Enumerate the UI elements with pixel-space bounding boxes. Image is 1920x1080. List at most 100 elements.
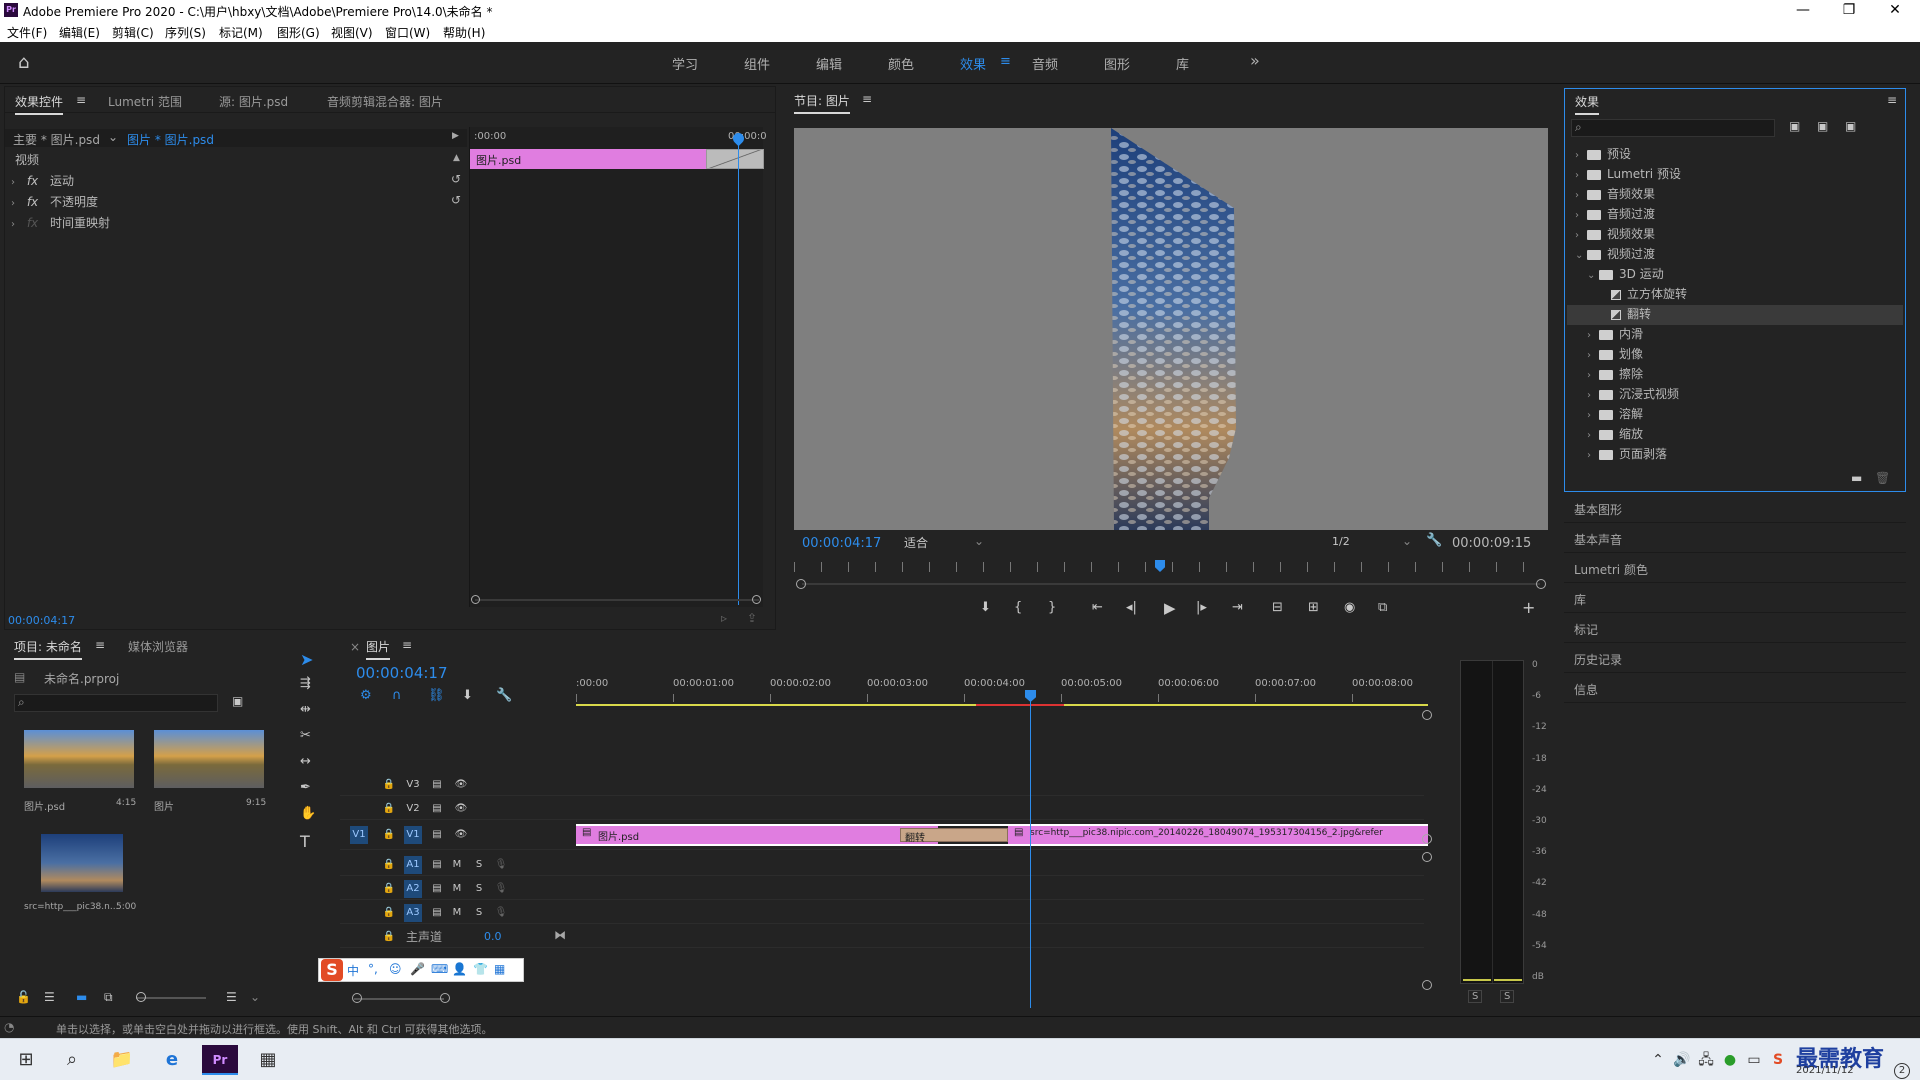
project-item[interactable]: 图片.psd 4:15 <box>16 726 142 816</box>
track-label-v3[interactable]: V3 <box>404 776 422 794</box>
fx-icon[interactable]: fx <box>27 195 38 209</box>
effects-tree-item[interactable]: › 沉浸式视频 <box>1567 385 1903 405</box>
razor-tool-icon[interactable]: ✂ <box>300 728 311 743</box>
effects-tree-item[interactable]: › 预设 <box>1567 145 1903 165</box>
project-menu-icon[interactable]: ≡ <box>95 638 105 652</box>
minimize-button[interactable]: — <box>1780 0 1826 22</box>
workspace-effects[interactable]: 效果 <box>960 54 986 73</box>
sync-lock-icon[interactable]: ▤ <box>428 856 446 874</box>
sync-lock-icon[interactable]: ▤ <box>428 800 446 818</box>
effects-tree-item[interactable]: › 音频过渡 <box>1567 205 1903 225</box>
menu-marker[interactable]: 标记(M) <box>219 24 263 41</box>
selection-tool-icon[interactable]: ➤ <box>300 650 313 669</box>
mark-out-icon[interactable]: } <box>1048 600 1056 615</box>
effects-tree-item[interactable]: 翻转 <box>1567 305 1903 325</box>
program-monitor-title[interactable]: 节目: 图片 <box>794 92 850 114</box>
timeline-timecode[interactable]: 00:00:04:17 <box>356 664 448 682</box>
fx-icon[interactable]: fx <box>27 174 38 188</box>
effects-tree-item[interactable]: › 视频效果 <box>1567 225 1903 245</box>
ec-scrollbar[interactable] <box>475 599 759 601</box>
timeline-close-button[interactable]: × <box>350 640 360 654</box>
workspace-learn[interactable]: 学习 <box>672 54 698 73</box>
nest-icon[interactable]: ⚙ <box>360 688 372 703</box>
menu-edit[interactable]: 编辑(E) <box>59 24 100 41</box>
yuv-effects-icon[interactable]: ▣ <box>1845 119 1856 133</box>
close-button[interactable]: ✕ <box>1872 0 1918 22</box>
microphone-icon[interactable]: 🎙 <box>492 904 510 922</box>
ime-button[interactable]: 👤 <box>452 962 467 976</box>
lock-icon[interactable]: 🔒 <box>380 776 398 794</box>
tab-menu-icon[interactable]: ≡ <box>76 93 86 107</box>
chevron-right-icon[interactable]: › <box>11 177 23 188</box>
add-marker-icon[interactable]: ⬇ <box>462 688 473 703</box>
eye-icon[interactable]: 👁 <box>452 800 470 818</box>
tab-media-browser[interactable]: 媒体浏览器 <box>128 638 188 655</box>
sort-icon[interactable]: ☰ <box>226 990 237 1004</box>
mark-in-icon[interactable]: { <box>1014 600 1022 615</box>
menu-window[interactable]: 窗口(W) <box>385 24 430 41</box>
chevron-right-icon[interactable]: › <box>1587 430 1599 441</box>
microphone-icon[interactable]: 🎙 <box>492 856 510 874</box>
a-scroll-handle-bottom[interactable] <box>1422 980 1432 990</box>
collapsed-panel[interactable]: Lumetri 颜色 <box>1564 554 1906 583</box>
monitor-scrollbar[interactable] <box>802 583 1540 585</box>
chevron-right-icon[interactable]: › <box>1575 210 1587 221</box>
work-area-bar-2[interactable] <box>1064 704 1428 706</box>
sequence-clip-label[interactable]: 图片 * 图片.psd <box>127 131 214 148</box>
lock-icon[interactable]: 🔒 <box>380 826 398 844</box>
timeline-h-scrollbar[interactable] <box>354 998 444 1000</box>
monitor-timecode[interactable]: 00:00:04:17 <box>802 536 881 551</box>
monitor-scroll-handle-right[interactable] <box>1536 579 1546 589</box>
edge-browser-icon[interactable]: e <box>154 1045 190 1075</box>
zoom-slider-handle[interactable] <box>136 992 146 1002</box>
32bit-effects-icon[interactable]: ▣ <box>1817 119 1828 133</box>
accelerated-effects-icon[interactable]: ▣ <box>1789 119 1800 133</box>
track-label-a3[interactable]: A3 <box>404 904 422 922</box>
premiere-taskbar-icon[interactable]: Pr <box>202 1045 238 1075</box>
master-volume-value[interactable]: 0.0 <box>484 930 502 943</box>
effects-tree-item[interactable]: › 溶解 <box>1567 405 1903 425</box>
effects-tree-item[interactable]: › 擦除 <box>1567 365 1903 385</box>
ime-button[interactable]: ▦ <box>494 962 505 976</box>
track-select-tool-icon[interactable]: ⇶ <box>300 676 311 691</box>
workspace-color[interactable]: 颜色 <box>888 54 914 73</box>
microphone-icon[interactable]: 🎙 <box>492 880 510 898</box>
effects-tree-item[interactable]: › 页面剥落 <box>1567 445 1903 465</box>
effects-tree-item[interactable]: › 划像 <box>1567 345 1903 365</box>
export-frame-icon[interactable]: ◉ <box>1344 600 1355 615</box>
tab-lumetri-scopes[interactable]: Lumetri 范围 <box>108 93 182 110</box>
workspace-graphics[interactable]: 图形 <box>1104 54 1130 73</box>
effects-tree-item[interactable]: › 音频效果 <box>1567 185 1903 205</box>
sogou-tray-icon[interactable]: S <box>1760 1045 1796 1075</box>
effects-tree-item[interactable]: › 内滑 <box>1567 325 1903 345</box>
master-expand-icon[interactable]: ⧓ <box>554 928 566 942</box>
fit-dropdown[interactable]: 适合 ⌄ <box>904 534 984 552</box>
chevron-right-icon[interactable]: › <box>1587 450 1599 461</box>
effect-time-remap-row[interactable]: › fx 时间重映射 <box>11 214 469 234</box>
collapsed-panel[interactable]: 库 <box>1564 584 1906 613</box>
timeline-menu-icon[interactable]: ≡ <box>402 638 412 652</box>
button-editor-icon[interactable]: + <box>1522 598 1535 617</box>
chevron-right-icon[interactable]: › <box>1575 190 1587 201</box>
reset-icon[interactable]: ↺ <box>451 172 461 186</box>
delete-icon[interactable]: 🗑 <box>1875 471 1890 485</box>
project-item[interactable]: 图片 9:15 <box>146 726 272 816</box>
chevron-right-icon[interactable]: › <box>1587 330 1599 341</box>
sync-lock-icon[interactable]: ▤ <box>428 880 446 898</box>
ime-button[interactable]: ☺ <box>389 962 402 976</box>
zoom-slider[interactable] <box>136 997 206 999</box>
effect-opacity-row[interactable]: › fx 不透明度 ↺ <box>11 193 469 213</box>
meter-solo-left[interactable]: S <box>1468 990 1483 1003</box>
menu-clip[interactable]: 剪辑(C) <box>112 24 154 41</box>
ripple-edit-tool-icon[interactable]: ⇹ <box>300 702 311 717</box>
menu-sequence[interactable]: 序列(S) <box>165 24 206 41</box>
source-patch-v1[interactable]: V1 <box>350 826 368 844</box>
step-forward-icon[interactable]: |▸ <box>1196 600 1207 615</box>
workspace-more-icon[interactable]: » <box>1250 51 1260 70</box>
sync-lock-icon[interactable]: ▤ <box>428 904 446 922</box>
h-scroll-handle-left[interactable] <box>352 993 362 1003</box>
workspace-assembly[interactable]: 组件 <box>744 54 770 73</box>
filter-icon[interactable]: ▹ <box>721 611 727 625</box>
track-label-a2[interactable]: A2 <box>404 880 422 898</box>
scroll-up-icon[interactable]: ▲ <box>453 153 460 163</box>
